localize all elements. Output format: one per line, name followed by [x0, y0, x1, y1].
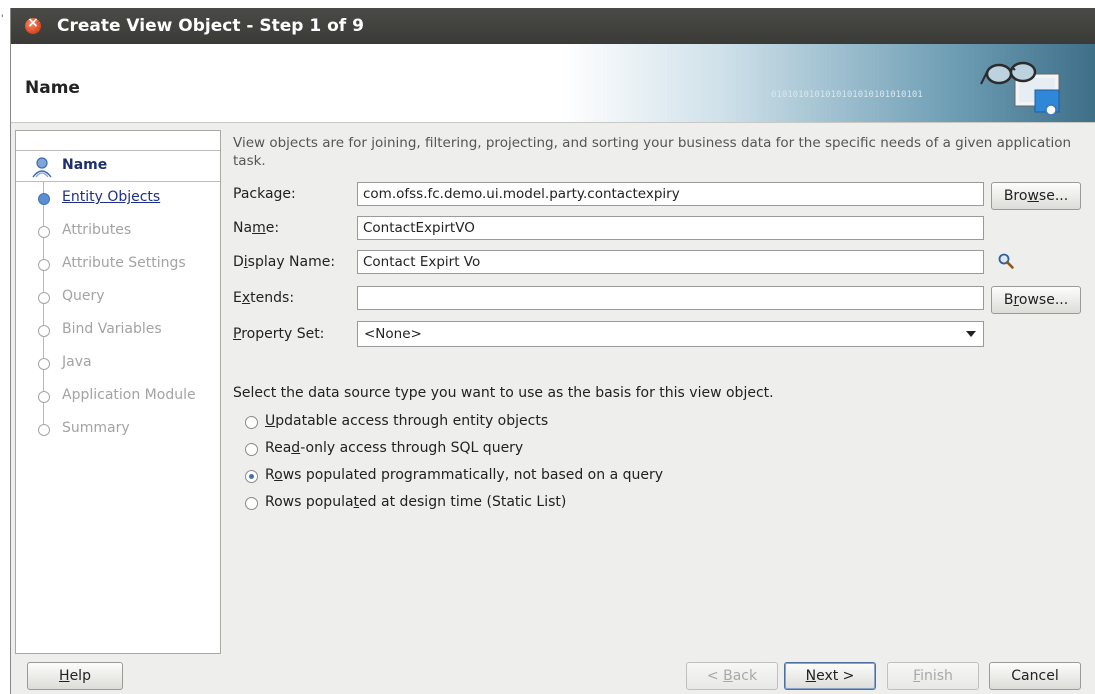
intro-text: View objects are for joining, filtering,…	[233, 135, 1072, 169]
step-label-name: Name	[62, 157, 108, 173]
datasource-prompt: Select the data source type you want to …	[233, 385, 774, 401]
back-button[interactable]: < Back	[686, 662, 778, 690]
radio-static-list[interactable]	[245, 497, 258, 510]
step-dot	[38, 391, 50, 403]
close-icon[interactable]	[25, 15, 41, 34]
name-field[interactable]: ContactExpirtVO	[357, 216, 984, 240]
datasource-option-label: Read-only access through SQL query	[265, 440, 524, 456]
step-item-bind-variables: Bind Variables	[16, 315, 220, 345]
datasource-option-label: Rows populated programmatically, not bas…	[265, 467, 664, 483]
step-item-java: Java	[16, 348, 220, 378]
help-button[interactable]: Help	[27, 662, 123, 690]
property-set-label: Property Set:	[233, 326, 325, 342]
display-name-field[interactable]: Contact Expirt Vo	[357, 250, 984, 274]
step-label-java: Java	[62, 354, 92, 370]
window-title: Create View Object - Step 1 of 9	[57, 16, 364, 36]
wizard-glasses-icon	[980, 61, 1060, 116]
create-view-object-dialog: Create View Object - Step 1 of 9 0101010…	[10, 8, 1095, 694]
datasource-option-label: Updatable access through entity objects	[265, 413, 549, 429]
name-label: Name:	[233, 220, 280, 236]
step-dot	[38, 226, 50, 238]
step-label-query: Query	[62, 288, 105, 304]
step-dot	[38, 292, 50, 304]
chevron-down-icon	[966, 331, 976, 337]
desktop-edge: '	[0, 0, 10, 694]
radio-updatable[interactable]	[245, 416, 258, 429]
step-dot	[38, 424, 50, 436]
wizard-header: 0101010101010101010101010101 Name	[11, 44, 1095, 123]
package-label: Package:	[233, 186, 296, 202]
next-button[interactable]: Next >	[784, 662, 876, 690]
extends-field[interactable]	[357, 286, 984, 310]
page-title: Name	[25, 78, 80, 98]
package-browse-button[interactable]: Browse...	[991, 182, 1081, 210]
step-dot	[38, 193, 50, 205]
step-label-summary: Summary	[62, 420, 130, 436]
step-item-entity-objects[interactable]: Entity Objects	[16, 183, 220, 213]
wizard-steps-nav: Name Entity Objects Attributes Attribute…	[15, 130, 221, 654]
radio-programmatic[interactable]	[245, 470, 258, 483]
step-label-attribute-settings: Attribute Settings	[62, 255, 186, 271]
extends-browse-button[interactable]: Browse...	[991, 286, 1081, 314]
step-label-bind-variables: Bind Variables	[62, 321, 162, 337]
search-icon[interactable]	[997, 252, 1015, 270]
datasource-option-label: Rows populated at design time (Static Li…	[265, 494, 567, 510]
step-dot	[38, 325, 50, 337]
extends-label: Extends:	[233, 290, 295, 306]
finish-button[interactable]: Finish	[887, 662, 979, 690]
step-label-entity-objects: Entity Objects	[62, 189, 161, 205]
header-binary-pattern: 0101010101010101010101010101	[771, 90, 923, 100]
property-set-value: <None>	[364, 326, 422, 342]
display-name-label: Display Name:	[233, 254, 336, 270]
current-step-icon	[32, 157, 52, 178]
radio-readonly-sql[interactable]	[245, 443, 258, 456]
step-dot	[38, 259, 50, 271]
step-item-query: Query	[16, 282, 220, 312]
step-dot	[38, 358, 50, 370]
step-item-name[interactable]: Name	[16, 150, 220, 182]
property-set-select[interactable]: <None>	[357, 321, 984, 347]
step-label-attributes: Attributes	[62, 222, 132, 238]
step-item-attribute-settings: Attribute Settings	[16, 249, 220, 279]
step-item-attributes: Attributes	[16, 216, 220, 246]
package-field[interactable]: com.ofss.fc.demo.ui.model.party.contacte…	[357, 182, 984, 206]
title-bar: Create View Object - Step 1 of 9	[11, 8, 1095, 44]
cancel-button[interactable]: Cancel	[989, 662, 1081, 690]
main-content: View objects are for joining, filtering,…	[233, 130, 1093, 650]
step-label-application-module: Application Module	[62, 387, 196, 403]
step-item-summary: Summary	[16, 414, 220, 444]
step-item-application-module: Application Module	[16, 381, 220, 411]
